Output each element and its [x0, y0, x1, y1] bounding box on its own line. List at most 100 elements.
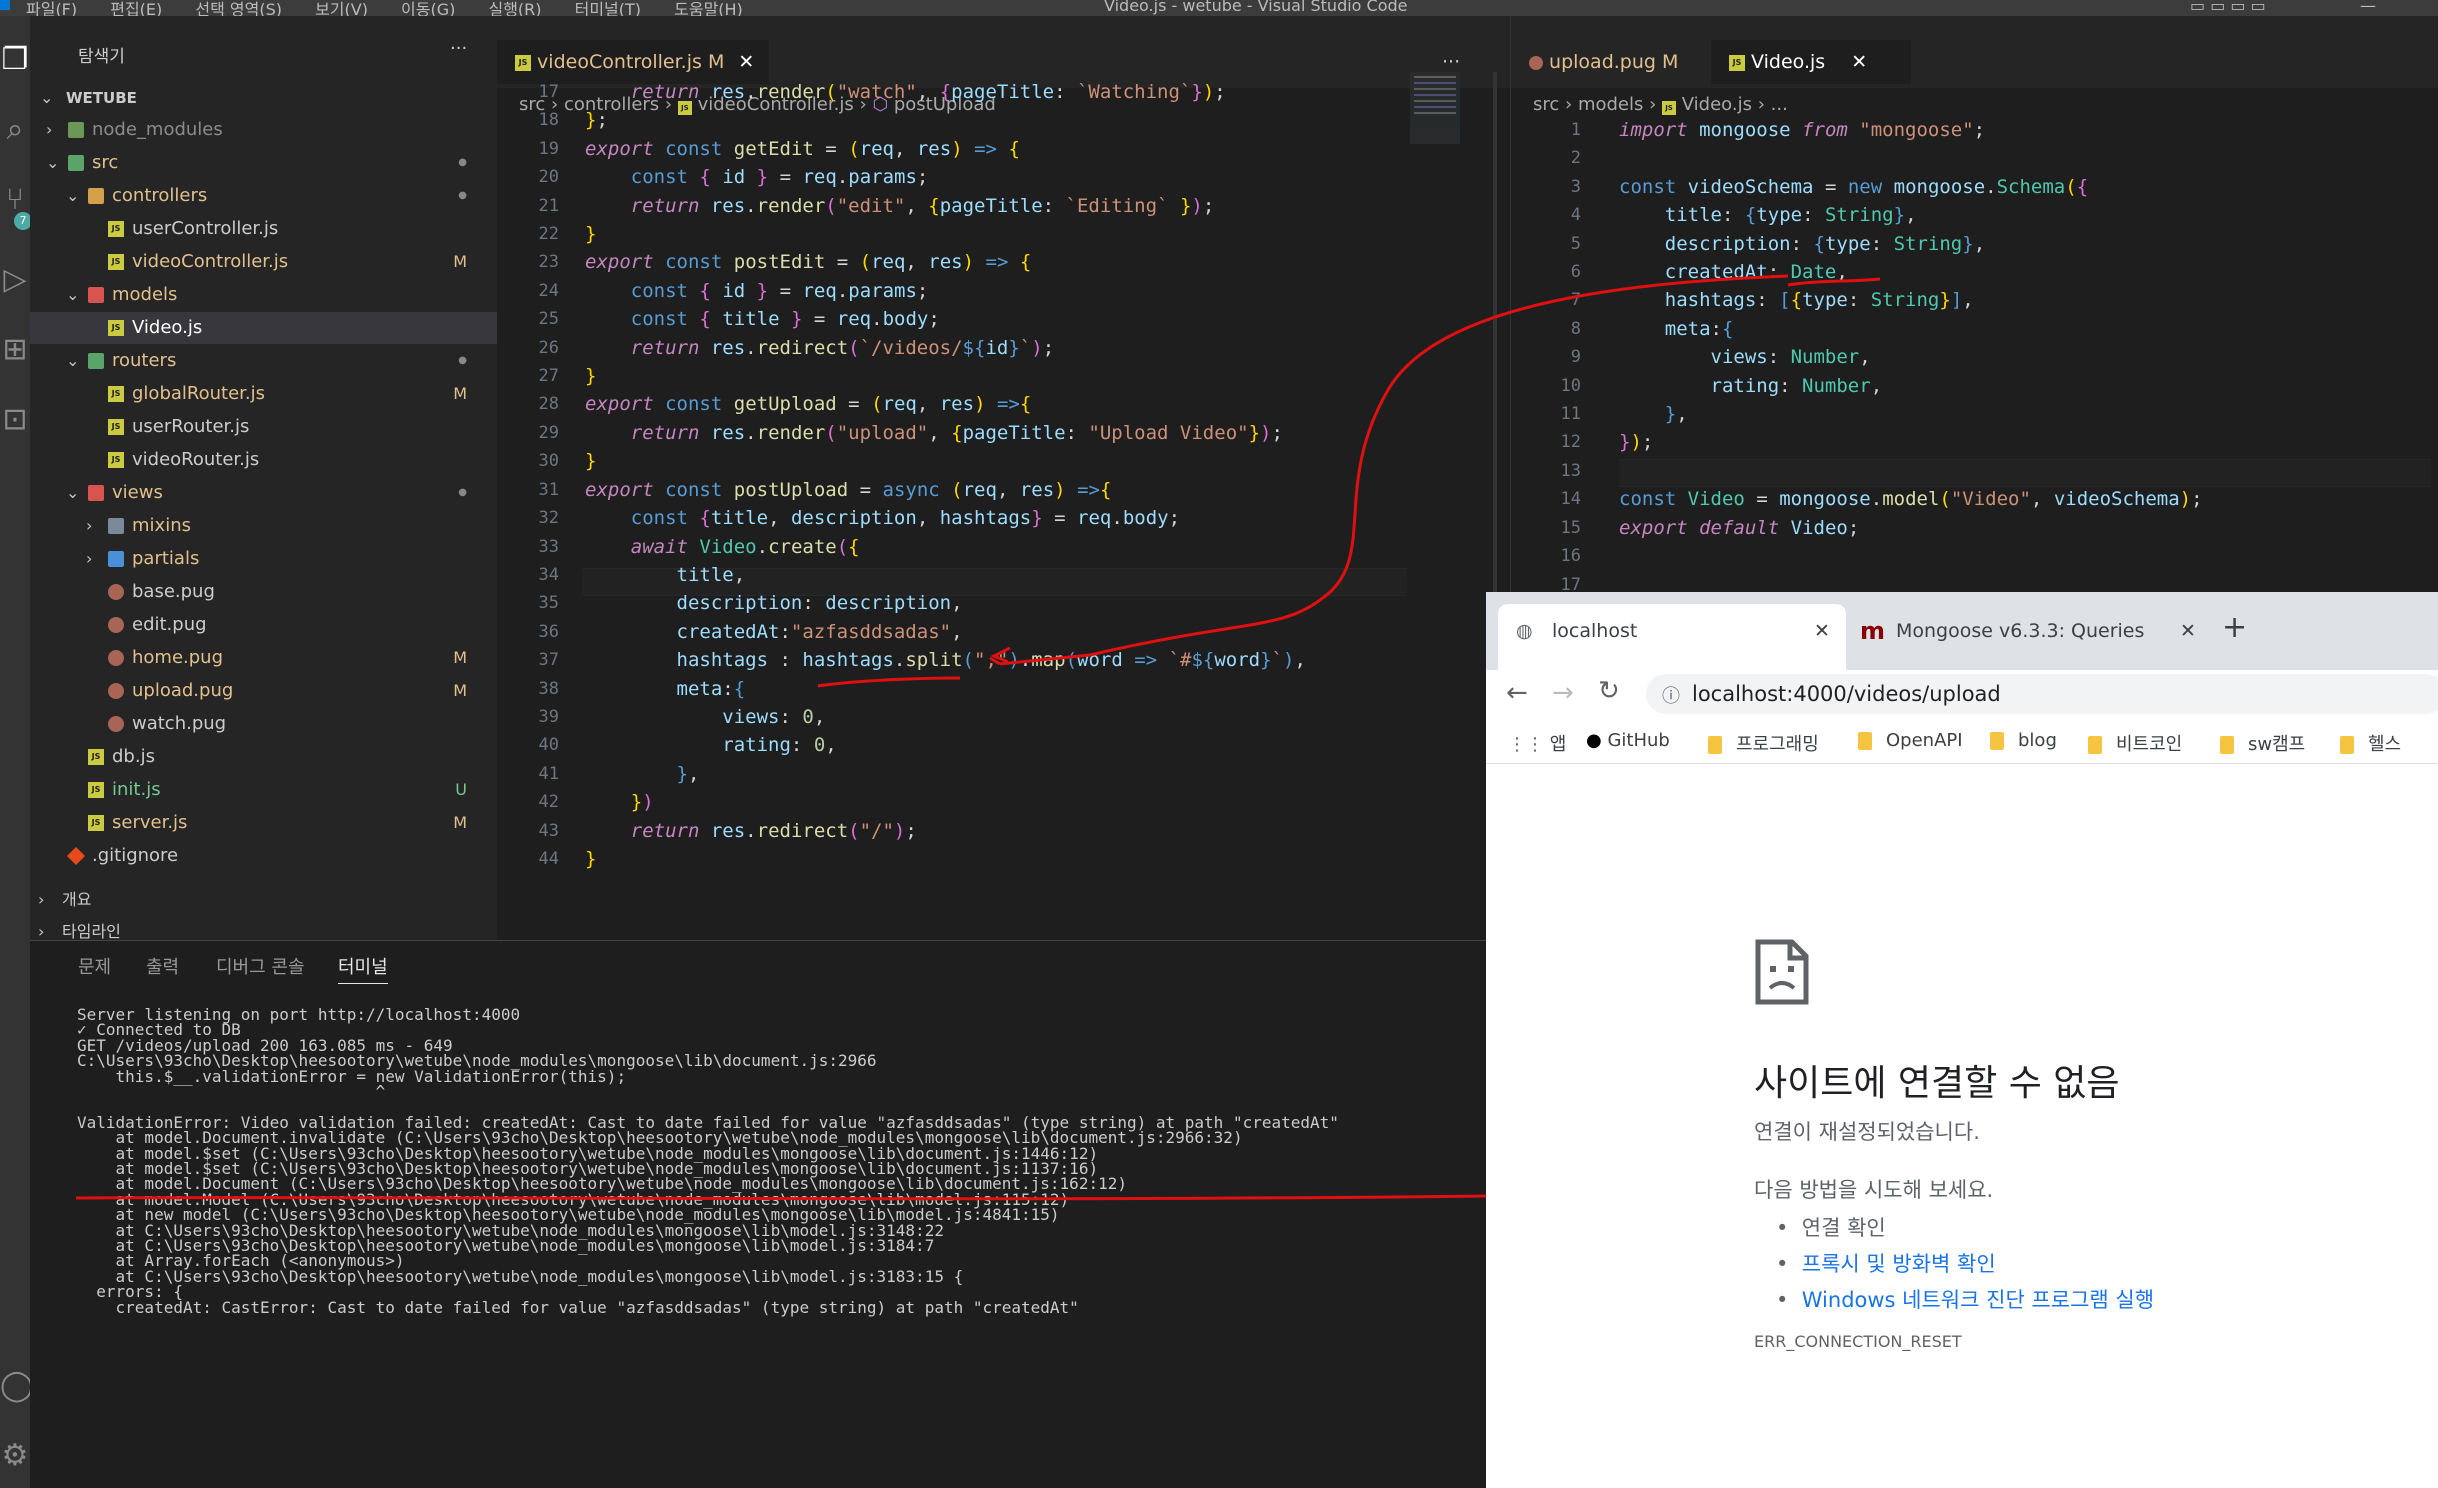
bookmark-programming[interactable]: 프로그래밍 — [1708, 730, 1819, 756]
minimize-icon[interactable]: — — [2360, 0, 2376, 15]
menu-help[interactable]: 도움말(H) — [674, 0, 743, 16]
tree-item--gitignore[interactable]: .gitignore — [30, 840, 497, 872]
error-page: 사이트에 연결할 수 없음 연결이 재설정되었습니다. 다음 방법을 시도해 보… — [1486, 764, 2438, 1488]
browser-window: ◍ localhost ✕ m Mongoose v6.3.3: Queries… — [1486, 592, 2438, 1488]
tree-item-label: userRouter.js — [132, 416, 250, 437]
new-tab-button[interactable]: + — [2222, 610, 2247, 645]
browser-tab-title: localhost — [1552, 620, 1638, 642]
bookmark-openapi[interactable]: OpenAPI — [1858, 730, 1963, 751]
panel-tab-terminal[interactable]: 터미널 — [338, 953, 388, 984]
tree-item-node-modules[interactable]: › node_modules — [30, 114, 497, 146]
tree-item-views[interactable]: ⌄ views ● — [30, 477, 497, 509]
panel-tab-output[interactable]: 출력 — [146, 953, 179, 979]
bookmark-apps[interactable]: ⋮⋮ 앱 — [1508, 730, 1566, 756]
tree-item-edit-pug[interactable]: edit.pug — [30, 609, 497, 641]
extensions-icon[interactable]: ⊞ — [0, 330, 30, 370]
bookmark-swcamp[interactable]: sw캠프 — [2220, 730, 2305, 756]
bookmark-label: 헬스 — [2368, 734, 2402, 755]
menu-go[interactable]: 이동(G) — [401, 0, 455, 16]
code-video-model[interactable]: import mongoose from "mongoose"; const v… — [1619, 116, 2203, 542]
tree-item-init-js[interactable]: JS init.js U — [30, 774, 497, 806]
tree-item-usercontroller-js[interactable]: JS userController.js — [30, 213, 497, 245]
panel-tab-debug-console[interactable]: 디버그 콘솔 — [216, 953, 305, 979]
close-tab-icon[interactable]: ✕ — [2180, 604, 2196, 658]
menu-run[interactable]: 실행(R) — [488, 0, 541, 16]
menu-terminal[interactable]: 터미널(T) — [575, 0, 641, 16]
tab-video-js[interactable]: JS Video.js ✕ — [1711, 40, 1911, 84]
bookmark-github[interactable]: ● GitHub — [1586, 730, 1670, 751]
explorer-icon[interactable]: ❐ — [0, 40, 30, 80]
breadcrumb-item[interactable]: src — [1533, 94, 1559, 115]
suggestion-item[interactable]: • 프록시 및 방화벽 확인 — [1776, 1246, 2154, 1282]
breadcrumb-item[interactable]: ... — [1771, 94, 1788, 115]
chevron-icon[interactable]: ⌄ — [46, 147, 59, 179]
close-tab-icon[interactable]: ✕ — [1851, 51, 1867, 73]
explorer-more-button[interactable]: ··· — [450, 38, 467, 59]
bookmark-blog[interactable]: blog — [1990, 730, 2057, 751]
tree-item-watch-pug[interactable]: watch.pug — [30, 708, 497, 740]
tree-item-globalrouter-js[interactable]: JS globalRouter.js M — [30, 378, 497, 410]
tab-upload-pug[interactable]: upload.pug M — [1511, 40, 1711, 84]
tree-item-base-pug[interactable]: base.pug — [30, 576, 497, 608]
browser-toolbar: ← → ↻ ⓘ localhost:4000/videos/upload — [1486, 670, 2438, 720]
forward-icon[interactable]: → — [1552, 678, 1574, 708]
chevron-icon[interactable]: ⌄ — [66, 477, 79, 509]
layout-icons[interactable]: ▭ ▭ ▭ ▭ — [2190, 0, 2266, 15]
tree-item-video-js[interactable]: JS Video.js — [30, 312, 497, 344]
chevron-icon[interactable]: ⌄ — [66, 180, 79, 212]
tree-item-server-js[interactable]: JS server.js M — [30, 807, 497, 839]
chevron-icon[interactable]: › — [46, 114, 52, 146]
menu-view[interactable]: 보기(V) — [315, 0, 368, 16]
tree-item-src[interactable]: ⌄ src ● — [30, 147, 497, 179]
browser-tab-localhost[interactable]: ◍ localhost ✕ — [1498, 604, 1846, 670]
remote-explorer-icon[interactable]: ⊡ — [0, 400, 30, 440]
tree-item-mixins[interactable]: › mixins — [30, 510, 497, 542]
suggestion-network-diagnostics-link[interactable]: Windows 네트워크 진단 프로그램 실행 — [1802, 1288, 2154, 1312]
tree-item-videocontroller-js[interactable]: JS videoController.js M — [30, 246, 497, 278]
breadcrumb-item[interactable]: models — [1578, 94, 1643, 115]
workspace-root[interactable]: ⌄ WETUBE — [30, 82, 497, 114]
chevron-icon[interactable]: ⌄ — [66, 345, 79, 377]
tree-item-userrouter-js[interactable]: JS userRouter.js — [30, 411, 497, 443]
chevron-icon[interactable]: › — [86, 510, 92, 542]
suggestion-item[interactable]: • Windows 네트워크 진단 프로그램 실행 — [1776, 1282, 2154, 1318]
tree-item-videorouter-js[interactable]: JS videoRouter.js — [30, 444, 497, 476]
tree-item-models[interactable]: ⌄ models — [30, 279, 497, 311]
account-icon[interactable]: ◯ — [0, 1366, 34, 1406]
menu-file[interactable]: 파일(F) — [26, 0, 77, 16]
tree-item-controllers[interactable]: ⌄ controllers ● — [30, 180, 497, 212]
folder-icon — [2340, 736, 2354, 754]
minimap[interactable] — [1410, 72, 1460, 144]
tree-item-upload-pug[interactable]: upload.pug M — [30, 675, 497, 707]
info-icon[interactable]: ⓘ — [1662, 682, 1680, 708]
tree-item-routers[interactable]: ⌄ routers ● — [30, 345, 497, 377]
chevron-icon[interactable]: › — [86, 543, 92, 575]
run-debug-icon[interactable]: ▷ — [0, 260, 30, 300]
tree-item-partials[interactable]: › partials — [30, 543, 497, 575]
tree-item-home-pug[interactable]: home.pug M — [30, 642, 497, 674]
panel-tab-problems[interactable]: 문제 — [78, 953, 111, 979]
menu-edit[interactable]: 편집(E) — [110, 0, 162, 16]
code-videocontroller[interactable]: return res.render("watch", {pageTitle: `… — [585, 78, 1306, 873]
bookmark-health[interactable]: 헬스 — [2340, 730, 2401, 756]
close-tab-icon[interactable]: ✕ — [1814, 604, 1830, 658]
suggestion-proxy-firewall-link[interactable]: 프록시 및 방화벽 확인 — [1802, 1252, 1996, 1276]
window-title: Video.js - wetube - Visual Studio Code — [1104, 0, 1408, 15]
git-icon — [66, 846, 86, 866]
chevron-icon[interactable]: ⌄ — [66, 279, 79, 311]
gear-icon[interactable]: ⚙ — [0, 1436, 30, 1476]
bookmark-bitcoin[interactable]: 비트코인 — [2088, 730, 2182, 756]
back-icon[interactable]: ← — [1506, 678, 1528, 708]
search-icon[interactable]: ⌕ — [0, 110, 30, 150]
tree-item-db-js[interactable]: JS db.js — [30, 741, 497, 773]
browser-tab-mongoose[interactable]: m Mongoose v6.3.3: Queries ✕ — [1860, 604, 2200, 670]
close-tab-icon[interactable]: ✕ — [738, 51, 754, 73]
breadcrumb-item[interactable]: Video.js — [1682, 94, 1752, 115]
tree-item-label: init.js — [112, 779, 161, 800]
folder-icon — [1858, 732, 1872, 750]
outline-section[interactable]: › 개요 — [30, 884, 497, 916]
menu-selection[interactable]: 선택 영역(S) — [195, 0, 282, 16]
address-bar[interactable]: ⓘ localhost:4000/videos/upload — [1646, 674, 2438, 714]
tree-item-label: watch.pug — [132, 713, 227, 734]
reload-icon[interactable]: ↻ — [1598, 676, 1620, 706]
